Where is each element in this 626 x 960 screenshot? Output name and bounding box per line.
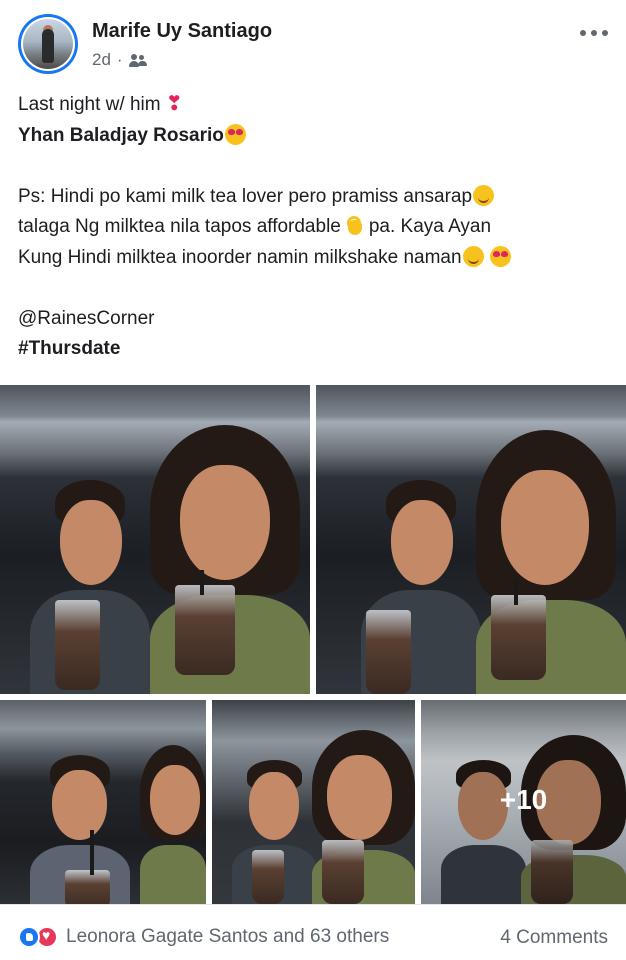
- avatar-photo: [23, 19, 73, 69]
- dot-icon: [602, 30, 608, 36]
- post-photo-4[interactable]: [212, 700, 415, 904]
- avatar[interactable]: [18, 14, 78, 74]
- post-time[interactable]: 2d: [92, 50, 111, 70]
- dot-icon: [580, 30, 586, 36]
- reactions-text: Leonora Gagate Santos and 63 others: [66, 926, 390, 947]
- text-line-4: talaga Ng milktea nila tapos affordable p…: [18, 214, 492, 237]
- text-line-3: Ps: Hindi po kami milk tea lover pero pr…: [18, 182, 614, 213]
- post-footer: Leonora Gagate Santos and 63 others 4 Co…: [0, 904, 626, 960]
- dot-icon: [591, 30, 597, 36]
- more-options-button[interactable]: [580, 24, 608, 42]
- post-text: Last night w/ him ❣ Yhan Baladjay Rosari…: [18, 90, 614, 365]
- hashtag-link[interactable]: #Thursdate: [18, 338, 120, 359]
- friends-icon: [128, 53, 147, 67]
- meta-separator: ·: [116, 50, 123, 69]
- mention-line: @RainesCorner: [18, 304, 614, 335]
- reactions-summary[interactable]: Leonora Gagate Santos and 63 others: [18, 926, 389, 948]
- post-meta: 2d ·: [92, 50, 147, 70]
- page-mention-link[interactable]: @RainesCorner: [18, 308, 155, 329]
- text-line-2: Yhan Baladjay Rosario: [18, 121, 614, 152]
- author-name[interactable]: Marife Uy Santiago: [92, 20, 272, 43]
- more-photos-overlay[interactable]: +10: [421, 700, 626, 904]
- comments-count-link[interactable]: 4 Comments: [500, 927, 608, 949]
- text-line-5: Kung Hindi milktea inoorder namin milksh…: [18, 243, 614, 274]
- yum-emoji-icon: [462, 245, 484, 267]
- heart-exclamation-icon: ❣: [165, 93, 183, 115]
- like-icon: [18, 926, 40, 948]
- post-photo-1[interactable]: [0, 385, 310, 694]
- more-photos-count: +10: [499, 784, 548, 815]
- text-line-1: Last night w/ him ❣: [18, 93, 183, 115]
- hashtag-line: #Thursdate: [18, 334, 614, 365]
- heart-eyes-emoji-icon: [224, 123, 246, 145]
- post-photo-2[interactable]: [316, 385, 626, 694]
- post-header: Marife Uy Santiago 2d ·: [0, 0, 626, 80]
- ok-hand-emoji-icon: [345, 214, 365, 236]
- yum-emoji-icon: [473, 184, 495, 206]
- post-photo-3[interactable]: [0, 700, 206, 904]
- post-photo-5[interactable]: +10: [421, 700, 626, 904]
- tagged-person-link[interactable]: Yhan Baladjay Rosario: [18, 125, 224, 146]
- heart-eyes-emoji-icon: [489, 245, 511, 267]
